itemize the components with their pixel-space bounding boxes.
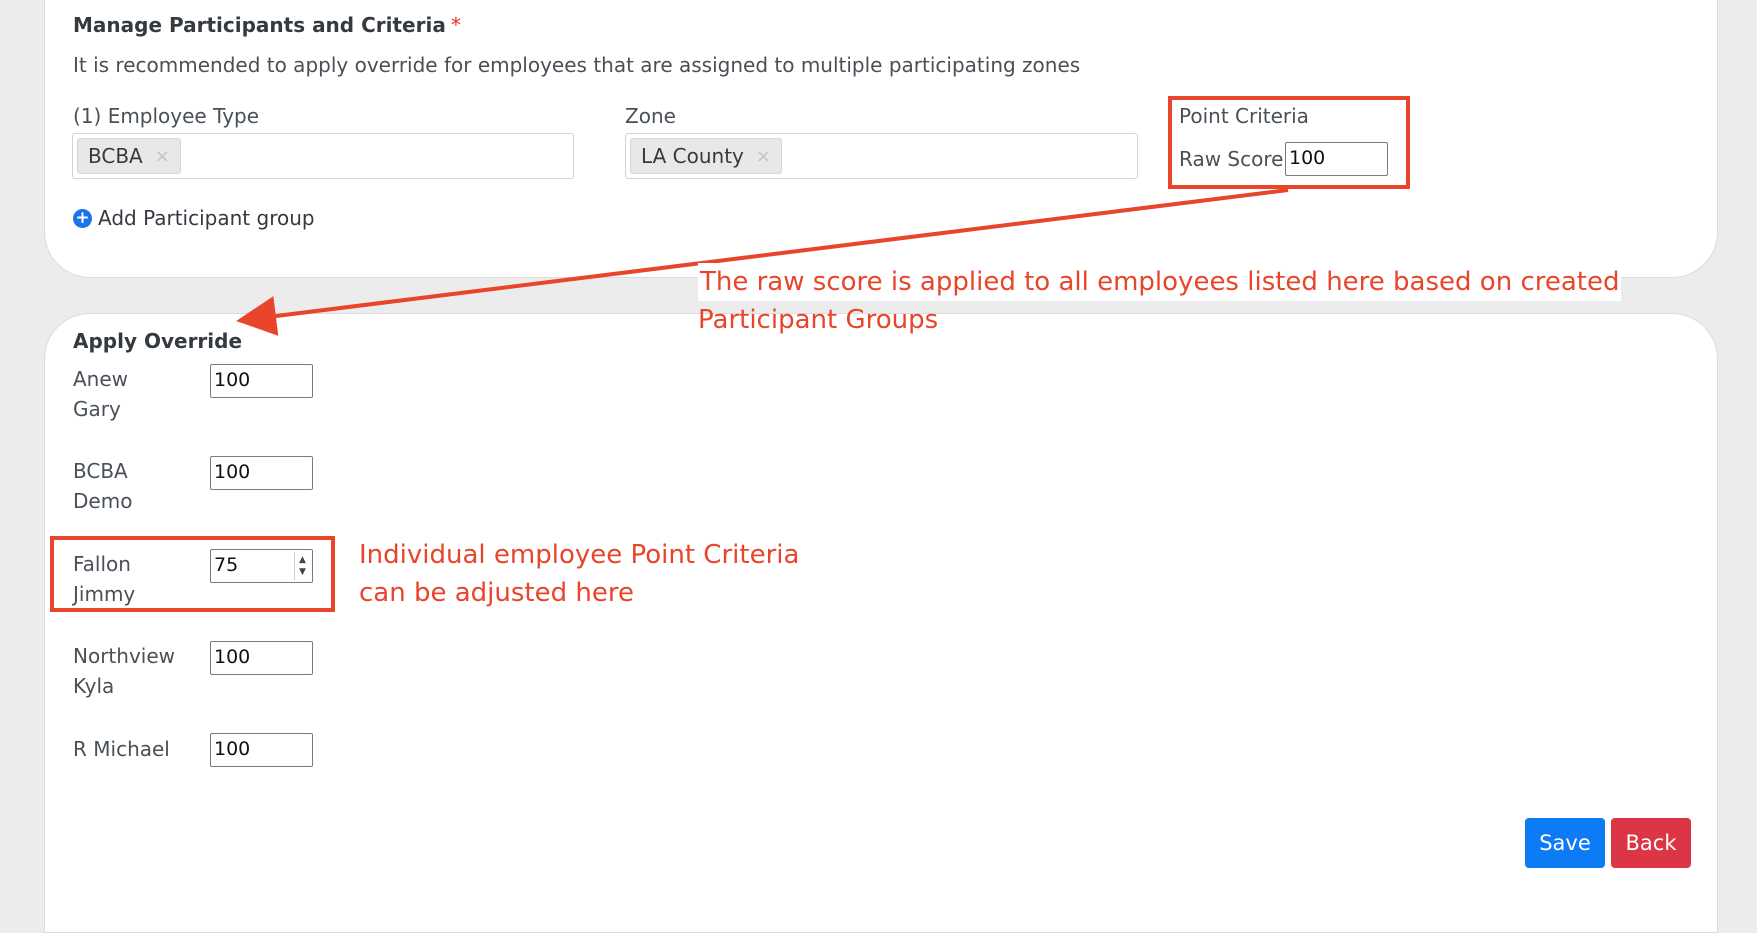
employee-name: Anew Gary: [73, 364, 128, 424]
chip-label: BCBA: [88, 144, 143, 168]
zone-label: Zone: [625, 104, 676, 128]
zone-select[interactable]: LA County ×: [625, 133, 1138, 179]
annotation-line: The raw score is applied to all employee…: [698, 263, 1622, 301]
point-criteria-highlight-box: [1168, 96, 1410, 189]
override-input[interactable]: 100: [210, 364, 313, 398]
employee-name: Northview Kyla: [73, 641, 175, 701]
remove-chip-icon[interactable]: ×: [155, 146, 170, 167]
employee-first-name: BCBA: [73, 459, 128, 483]
raw-score-annotation: The raw score is applied to all employee…: [698, 263, 1622, 339]
override-hint: It is recommended to apply override for …: [73, 53, 1081, 77]
back-button[interactable]: Back: [1611, 818, 1691, 868]
individual-annotation: Individual employee Point Criteria can b…: [359, 536, 799, 612]
add-participant-group-link[interactable]: + Add Participant group: [73, 206, 315, 230]
annotation-line: Participant Groups: [698, 305, 939, 335]
required-asterisk: *: [450, 13, 461, 37]
zone-chip: LA County ×: [630, 138, 782, 174]
save-button[interactable]: Save: [1525, 818, 1605, 868]
remove-chip-icon[interactable]: ×: [756, 146, 771, 167]
annotation-line: can be adjusted here: [359, 578, 634, 608]
page: Manage Participants and Criteria * It is…: [0, 0, 1757, 933]
employee-type-label: (1) Employee Type: [73, 104, 260, 128]
add-group-label: Add Participant group: [98, 206, 315, 230]
annotation-line: Individual employee Point Criteria: [359, 540, 800, 570]
employee-first-name: R Michael: [73, 737, 170, 761]
override-input[interactable]: 100: [210, 733, 313, 767]
employee-first-name: Anew: [73, 367, 129, 391]
employee-last-name: Gary: [73, 397, 121, 421]
employee-name: R Michael: [73, 734, 170, 764]
override-input[interactable]: 100: [210, 456, 313, 490]
chip-label: LA County: [641, 144, 744, 168]
criteria-heading: Manage Participants and Criteria *: [73, 13, 461, 37]
override-card: [44, 313, 1718, 933]
employee-name: BCBA Demo: [73, 456, 132, 516]
override-highlight-box: [50, 536, 335, 612]
override-input[interactable]: 100: [210, 641, 313, 675]
employee-last-name: Demo: [73, 489, 133, 513]
employee-type-chip: BCBA ×: [77, 138, 181, 174]
plus-circle-icon: +: [73, 208, 92, 228]
section-title: Manage Participants and Criteria: [73, 13, 446, 37]
employee-type-select[interactable]: BCBA ×: [72, 133, 574, 179]
override-title: Apply Override: [73, 329, 243, 353]
employee-last-name: Kyla: [73, 674, 115, 698]
employee-first-name: Northview: [73, 644, 175, 668]
